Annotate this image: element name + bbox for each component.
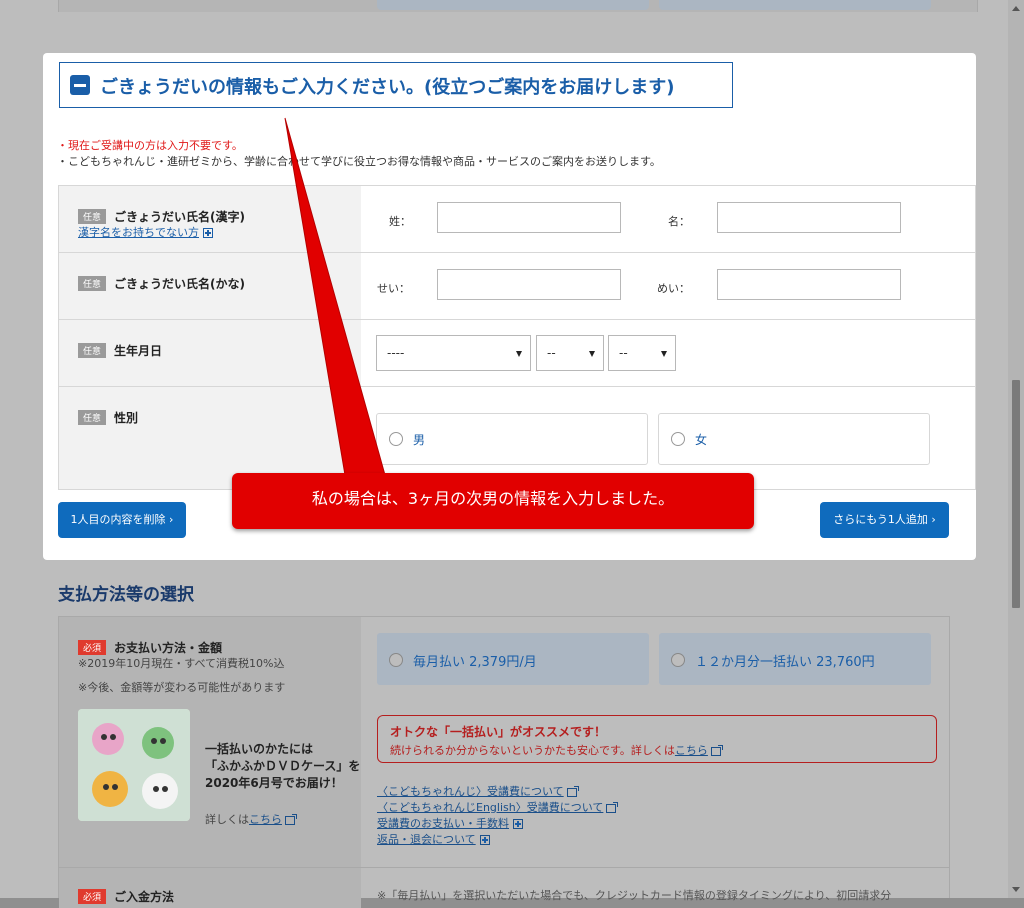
first-kana-input[interactable] — [717, 269, 901, 300]
link-fee[interactable]: 〈こどもちゃれんじ〉受講費について — [377, 783, 579, 799]
row-kanji-name: 任意 ごきょうだい氏名(漢字) 漢字名をお持ちでない方 姓： 名： — [59, 186, 975, 252]
change-note: ※今後、金額等が変わる可能性があります — [78, 681, 286, 694]
expand-plus-icon[interactable] — [513, 819, 523, 829]
first-name-label: 名： — [668, 215, 690, 228]
optional-tag: 任意 — [78, 276, 107, 291]
payment-table: 必須 お支払い方法・金額 ※2019年10月現在・すべて消費税10%込 ※今後、金… — [58, 616, 950, 908]
chevron-down-icon — [589, 351, 595, 357]
external-link-icon — [566, 785, 579, 797]
dvd-case-image — [78, 709, 190, 821]
radio-button[interactable] — [671, 432, 685, 446]
sibling-form-table: 任意 ごきょうだい氏名(漢字) 漢字名をお持ちでない方 姓： 名： 任意 ごきょうだ… — [58, 185, 976, 490]
promo-details-link[interactable]: こちら — [675, 744, 708, 757]
last-kana-label: せい： — [377, 282, 410, 295]
row-label: ごきょうだい氏名(漢字) — [114, 210, 245, 224]
birth-month-select[interactable]: -- — [536, 335, 604, 371]
chevron-down-icon — [661, 351, 667, 357]
payment-section-title: 支払方法等の選択 — [58, 585, 194, 605]
deposit-row-label: ご入金方法 — [114, 890, 175, 904]
row-label: 性別 — [114, 411, 139, 425]
link-english-fee[interactable]: 〈こどもちゃれんじEnglish〉受講費について — [377, 799, 619, 815]
dvd-more: 詳しくはこちら — [205, 811, 297, 827]
gender-male-option[interactable]: 男 — [376, 413, 648, 465]
link-return[interactable]: 返品・退会について — [377, 831, 490, 847]
note-red: ・現在ご受講中の方は入力不要です。 — [57, 139, 243, 152]
chevron-down-icon — [516, 351, 522, 357]
last-name-input[interactable] — [437, 202, 621, 233]
monthly-payment-option[interactable]: 毎月払い 2,379円/月 — [377, 633, 649, 685]
scroll-down-icon[interactable] — [1012, 887, 1020, 892]
page-overlay: ごきょうだいの情報もご入力ください。(役立つご案内をお届けします) ・現在ご受講… — [0, 0, 1008, 908]
no-kanji-link[interactable]: 漢字名をお持ちでない方 — [78, 224, 213, 240]
section-title: ごきょうだいの情報もご入力ください。(役立つご案内をお届けします) — [100, 77, 675, 98]
birth-year-select[interactable]: ---- — [376, 335, 531, 371]
scrollbar-thumb[interactable] — [1012, 380, 1020, 608]
link-payment-fee[interactable]: 受講費のお支払い・手数料 — [377, 815, 523, 831]
row-label: 生年月日 — [114, 344, 163, 358]
last-kana-input[interactable] — [437, 269, 621, 300]
window-icon — [606, 801, 619, 813]
required-tag: 必須 — [78, 640, 107, 655]
background-option-strip — [58, 0, 978, 12]
row-birthdate: 任意 生年月日 ---- -- -- — [59, 319, 975, 386]
optional-tag: 任意 — [78, 209, 107, 224]
external-link-icon — [285, 813, 297, 825]
radio-button[interactable] — [389, 432, 403, 446]
section-header[interactable]: ごきょうだいの情報もご入力ください。(役立つご案内をお届けします) — [59, 62, 733, 108]
expand-plus-icon[interactable] — [203, 228, 213, 238]
lump-sum-promo: オトクな「一括払い」がオススメです！ 続けられるか分からないというかたも安心です… — [377, 715, 937, 763]
first-name-input[interactable] — [717, 202, 901, 233]
optional-tag: 任意 — [78, 343, 107, 358]
payment-row-label: お支払い方法・金額 — [114, 641, 223, 655]
gender-female-option[interactable]: 女 — [658, 413, 930, 465]
note: ・こどもちゃれんじ・進研ゼミから、学齢に合わせて学びに役立つお得な情報や商品・サ… — [57, 155, 661, 168]
radio-button[interactable] — [389, 653, 403, 667]
delete-sibling-button[interactable]: 1人目の内容を削除 › — [58, 502, 186, 538]
add-sibling-button[interactable]: さらにもう1人追加 › — [820, 502, 949, 538]
birth-day-select[interactable]: -- — [608, 335, 676, 371]
collapse-icon[interactable] — [70, 75, 90, 95]
deposit-note: ※「毎月払い」を選択いただいた場合でも、クレジットカード情報の登録タイミングによ… — [377, 889, 892, 902]
tax-note: ※2019年10月現在・すべて消費税10%込 — [78, 657, 285, 670]
required-tag: 必須 — [78, 889, 107, 904]
lump-payment-option[interactable]: １２か月分一括払い 23,760円 — [659, 633, 931, 685]
optional-tag: 任意 — [78, 410, 107, 425]
dvd-details-link[interactable]: こちら — [249, 813, 282, 826]
row-label: ごきょうだい氏名(かな) — [114, 277, 245, 291]
row-kana-name: 任意 ごきょうだい氏名(かな) せい： めい： — [59, 252, 975, 319]
scrollbar[interactable] — [1008, 0, 1024, 898]
radio-button[interactable] — [671, 653, 685, 667]
first-kana-label: めい： — [657, 282, 690, 295]
external-link-icon — [710, 744, 723, 756]
scroll-up-icon[interactable] — [1012, 6, 1020, 11]
dvd-text: 一括払いのかたには 「ふかふかＤＶＤケース」を 2020年6月号でお届け！ — [205, 742, 361, 790]
expand-plus-icon[interactable] — [479, 835, 490, 845]
last-name-label: 姓： — [389, 215, 411, 228]
annotation-callout: 私の場合は、3ヶ月の次男の情報を入力しました。 — [232, 473, 754, 529]
